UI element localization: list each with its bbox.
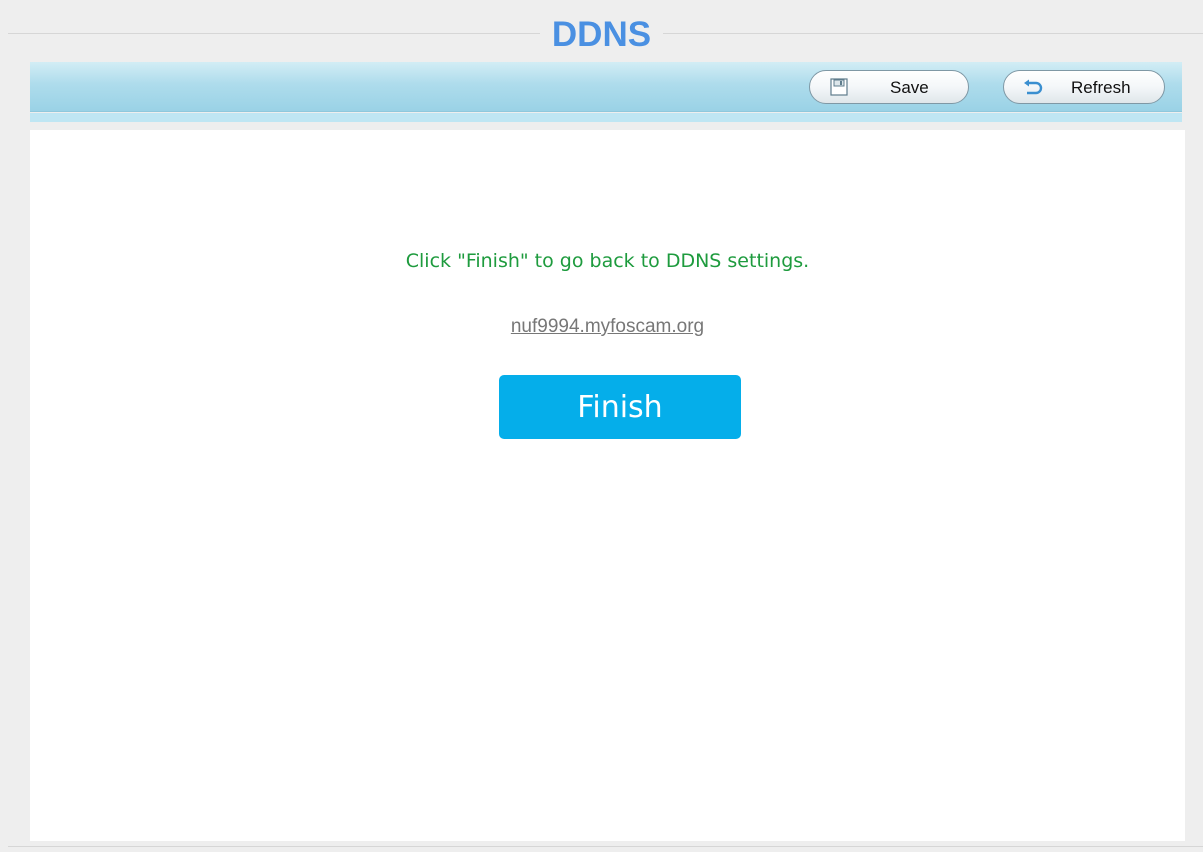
page-header: DDNS xyxy=(0,14,1203,55)
title-divider xyxy=(8,33,1203,34)
undo-arrow-icon xyxy=(1024,79,1043,95)
toolbar: Save Refresh xyxy=(30,62,1182,112)
toolbar-underline xyxy=(30,113,1182,122)
refresh-label: Refresh xyxy=(1071,78,1131,97)
bottom-divider xyxy=(8,846,1203,847)
save-button[interactable]: Save xyxy=(809,70,969,104)
finish-button[interactable]: Finish xyxy=(499,375,741,439)
floppy-disk-icon xyxy=(830,78,848,96)
ddns-domain-link[interactable]: nuf9994.myfoscam.org xyxy=(511,316,704,337)
page-title: DDNS xyxy=(539,15,664,55)
instruction-message: Click "Finish" to go back to DDNS settin… xyxy=(405,250,810,272)
ddns-domain-row: nuf9994.myfoscam.org xyxy=(30,316,1185,338)
save-label: Save xyxy=(890,78,929,97)
refresh-button[interactable]: Refresh xyxy=(1003,70,1165,104)
main-panel: Click "Finish" to go back to DDNS settin… xyxy=(30,130,1185,841)
